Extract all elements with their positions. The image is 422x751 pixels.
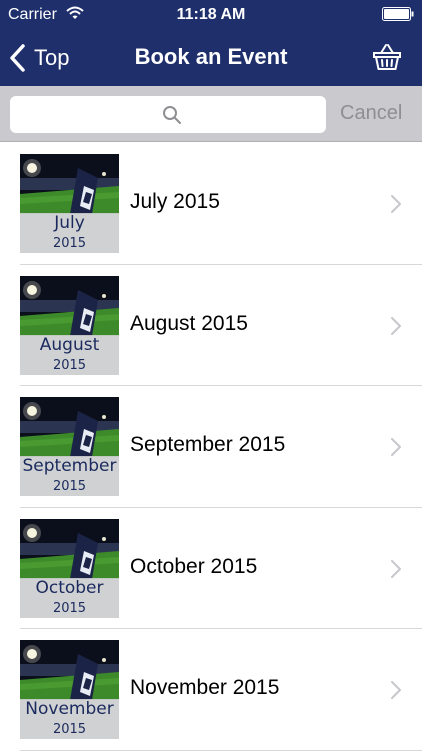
thumbnail-year: 2015 [52, 722, 87, 737]
event-row[interactable]: August 2015 August 2015 [0, 265, 422, 386]
page-title: Book an Event [134, 44, 288, 69]
event-label: August 2015 [130, 311, 248, 335]
search-input[interactable] [10, 96, 326, 133]
thumbnail-month: November [25, 699, 114, 719]
clock: 11:18 AM [176, 6, 246, 23]
event-label: November 2015 [130, 676, 280, 699]
event-thumbnail: August 2015 [20, 275, 119, 375]
thumbnail-year: 2015 [52, 357, 87, 373]
thumbnail-year: 2015 [52, 600, 87, 616]
search-bar: Cancel [0, 86, 422, 142]
event-row[interactable]: September 2015 September 2015 [0, 386, 422, 508]
event-list: July 2015 July 2015 August 2015 August 2… [0, 143, 422, 751]
event-thumbnail: September 2015 [20, 397, 119, 496]
event-row[interactable]: July 2015 July 2015 [0, 143, 422, 265]
thumbnail-month: July [54, 213, 85, 233]
chevron-right-icon [391, 316, 401, 335]
thumbnail-year: 2015 [52, 479, 87, 494]
navigation-bar: Top Book an Event [0, 30, 422, 86]
chevron-right-icon [391, 559, 401, 578]
event-thumbnail: October 2015 [20, 518, 119, 618]
basket-icon[interactable] [372, 42, 402, 72]
thumbnail-month: August [39, 334, 100, 355]
event-thumbnail: November 2015 [20, 640, 119, 739]
search-icon [163, 106, 181, 124]
thumbnail-month: September [22, 456, 117, 476]
app-header: Carrier 11:18 AM Top Book an Event [0, 0, 422, 86]
thumbnail-month: October [35, 577, 104, 598]
chevron-right-icon [391, 438, 401, 456]
thumbnail-year: 2015 [52, 236, 87, 251]
event-label: September 2015 [130, 433, 286, 456]
event-label: July 2015 [130, 190, 220, 213]
event-label: October 2015 [130, 554, 258, 578]
chevron-right-icon [391, 681, 401, 699]
chevron-right-icon [391, 195, 401, 213]
event-row[interactable]: October 2015 October 2015 [0, 508, 422, 629]
event-row[interactable]: November 2015 November 2015 [0, 629, 422, 751]
cancel-button[interactable]: Cancel [340, 102, 402, 125]
battery-icon [382, 7, 414, 21]
event-thumbnail: July 2015 [20, 154, 119, 253]
status-bar: Carrier 11:18 AM [0, 0, 422, 30]
